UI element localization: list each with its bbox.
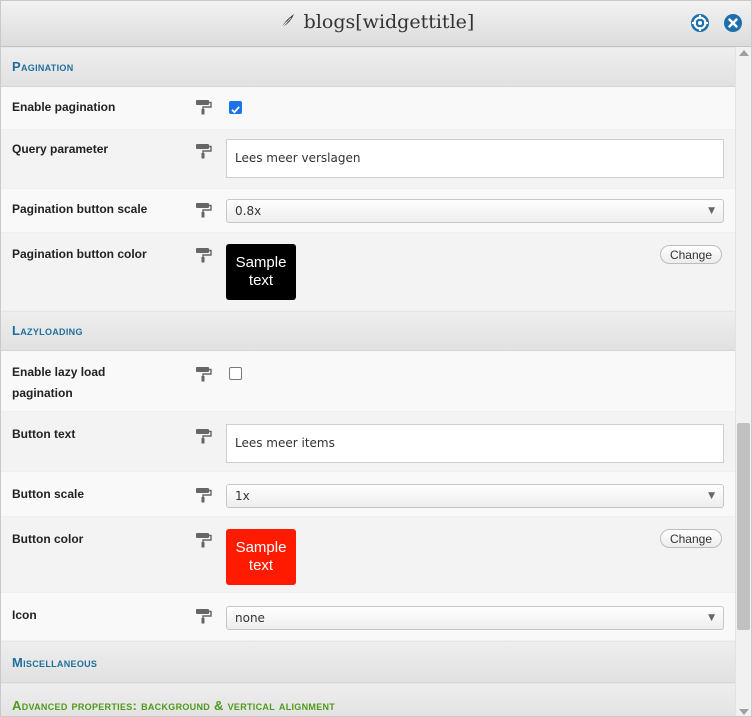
button-color-change-button[interactable]: Change [660, 529, 722, 548]
title-area: blogs[widgettitle] [1, 11, 751, 33]
caret-down-icon: ▼ [708, 613, 715, 623]
row-button-color: Button color Sample text Change [1, 517, 735, 593]
enable-pagination-checkbox[interactable] [229, 101, 242, 114]
icon-label: Icon [12, 608, 37, 622]
paint-roller-icon[interactable] [195, 143, 212, 159]
icon-select-value: none [235, 611, 265, 625]
pagination-button-scale-select[interactable]: 0.8x ▼ [226, 199, 724, 223]
button-scale-select[interactable]: 1x ▼ [226, 484, 724, 508]
row-button-text: Button text Lees meer items [1, 412, 735, 472]
row-enable-lazy-load: Enable lazy load pagination [1, 351, 735, 412]
pagination-button-color-label: Pagination button color [12, 247, 147, 261]
checkmark-icon [231, 106, 240, 114]
title-bar: blogs[widgettitle] [1, 1, 751, 47]
row-query-parameter: Query parameter Lees meer verslagen [1, 130, 735, 189]
section-lazyloading-title: Lazyloading [12, 323, 83, 338]
close-button[interactable] [724, 14, 742, 32]
section-lazyloading[interactable]: Lazyloading [1, 311, 735, 351]
pagination-button-scale-label: Pagination button scale [12, 202, 148, 216]
vertical-scrollbar[interactable] [735, 47, 751, 716]
paint-roller-icon[interactable] [195, 428, 212, 444]
section-pagination[interactable]: Pagination [1, 47, 735, 87]
button-color-label: Button color [12, 532, 84, 546]
scroll-up-arrow-icon[interactable] [739, 50, 749, 56]
section-advanced-title: Advanced properties: background & vertic… [12, 698, 336, 713]
row-button-scale: Button scale 1x ▼ [1, 472, 735, 517]
pagination-color-change-button[interactable]: Change [660, 245, 722, 264]
caret-down-icon: ▼ [708, 206, 715, 216]
paint-roller-icon[interactable] [195, 99, 212, 115]
button-text-input[interactable]: Lees meer items [226, 424, 724, 463]
enable-lazy-load-label: Enable lazy load pagination [12, 365, 106, 400]
button-scale-label: Button scale [12, 487, 85, 501]
window-title: blogs[widgettitle] [303, 11, 475, 33]
enable-lazy-load-checkbox[interactable] [229, 367, 242, 380]
button-scale-value: 1x [235, 489, 250, 503]
section-advanced-properties[interactable]: Advanced properties: background & vertic… [1, 683, 735, 716]
button-color-swatch[interactable]: Sample text [226, 529, 296, 585]
row-icon: Icon none ▼ [1, 593, 735, 641]
paint-roller-icon[interactable] [195, 247, 212, 263]
button-text-label: Button text [12, 427, 76, 441]
settings-icon [692, 15, 708, 31]
section-miscellaneous[interactable]: Miscellaneous [1, 641, 735, 683]
settings-button[interactable] [691, 14, 709, 32]
scrollbar-thumb[interactable] [737, 423, 750, 630]
section-miscellaneous-title: Miscellaneous [12, 655, 98, 670]
pagination-color-swatch[interactable]: Sample text [226, 244, 296, 300]
widget-dialog: blogs[widgettitle] Pagination Enable pag… [0, 0, 752, 717]
row-enable-pagination: Enable pagination [1, 87, 735, 130]
paint-roller-icon[interactable] [195, 202, 212, 218]
scroll-down-arrow-icon[interactable] [739, 709, 749, 715]
row-pagination-button-color: Pagination button color Sample text Chan… [1, 233, 735, 311]
paint-roller-icon[interactable] [195, 366, 212, 382]
paint-roller-icon[interactable] [195, 608, 212, 624]
icon-select[interactable]: none ▼ [226, 606, 724, 630]
close-icon [725, 15, 741, 31]
enable-pagination-label: Enable pagination [12, 100, 116, 114]
paint-roller-icon[interactable] [195, 487, 212, 503]
pagination-color-sample-text: Sample text [235, 254, 287, 289]
section-pagination-title: Pagination [12, 59, 74, 74]
query-parameter-label: Query parameter [12, 142, 109, 156]
pagination-button-scale-value: 0.8x [235, 204, 262, 218]
feather-pen-icon [280, 14, 294, 29]
button-color-sample-text: Sample text [235, 539, 287, 574]
paint-roller-icon[interactable] [195, 532, 212, 548]
settings-panel: Pagination Enable pagination Query param… [1, 47, 735, 716]
row-pagination-button-scale: Pagination button scale 0.8x ▼ [1, 189, 735, 233]
caret-down-icon: ▼ [708, 491, 715, 501]
query-parameter-input[interactable]: Lees meer verslagen [226, 139, 724, 178]
